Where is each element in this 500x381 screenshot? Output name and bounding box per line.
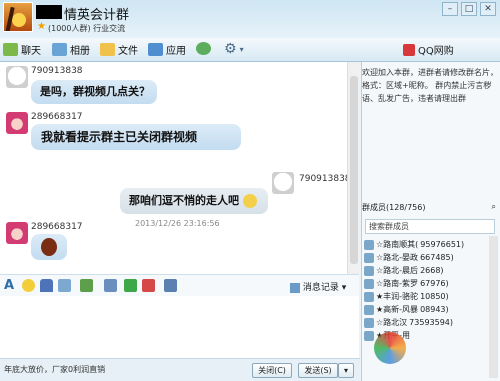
title-bar: 情英会计群 ★ (1000人群) 行业交流 – □ ✕ — [0, 0, 500, 38]
group-avatar[interactable] — [3, 2, 33, 32]
screenshot-icon[interactable] — [104, 279, 117, 292]
shake-icon[interactable] — [58, 279, 71, 292]
history-icon — [290, 282, 300, 293]
music-icon[interactable] — [124, 279, 137, 292]
more-icon[interactable] — [164, 279, 177, 292]
gift-icon[interactable] — [142, 279, 155, 292]
avatar[interactable] — [272, 172, 294, 194]
invite-button[interactable] — [196, 42, 211, 55]
avatar[interactable] — [6, 66, 28, 88]
minimize-icon[interactable]: – — [442, 2, 458, 16]
image-icon[interactable] — [80, 279, 93, 292]
apps-icon — [148, 43, 163, 56]
watermark-logo — [374, 330, 474, 376]
member-search-input[interactable]: 搜索群成员 — [365, 219, 495, 234]
folder-icon — [100, 43, 115, 56]
message-bubble: 是吗，群视频几点关？ — [31, 80, 157, 104]
tab-apps-label: 应用 — [166, 46, 186, 57]
emoji-icon[interactable] — [22, 279, 35, 292]
message-bubble: 我就看提示群主已关闭群视频 — [31, 124, 241, 150]
member-item[interactable]: ★丰润-骆驼 10850) — [364, 290, 488, 303]
star-icon: ★ — [37, 21, 46, 32]
member-item[interactable]: ☆路北-晨后 2668) — [364, 264, 488, 277]
tab-apps[interactable]: 应用 — [148, 42, 186, 57]
members-header: 群成员(128/756) ⌕ — [362, 202, 498, 216]
qq-shop-label: QQ网购 — [418, 46, 454, 57]
close-icon[interactable]: ✕ — [480, 2, 496, 16]
maximize-icon[interactable]: □ — [461, 2, 477, 16]
group-subtitle: (1000人群) 行业交流 — [48, 24, 126, 33]
message-sender: 289668317 — [31, 112, 83, 122]
chevron-down-icon: ▾ — [341, 283, 347, 293]
member-item[interactable]: ☆路南-紫罗 67976) — [364, 277, 488, 290]
smiley-icon — [242, 194, 257, 208]
add-member-icon — [196, 42, 211, 55]
history-button[interactable]: 消息记录 ▾ — [290, 280, 346, 293]
message-bubble — [31, 234, 67, 260]
message-sender: 790913838 — [31, 66, 83, 76]
group-notice: 欢迎加入本群，进群者请修改群名片，格式：区域+昵称。 群内禁止污言秽语、乱发广告… — [362, 68, 498, 103]
settings-button[interactable]: ⚙ ▾ — [224, 41, 244, 57]
message-sender: 790913838 — [299, 174, 351, 184]
tab-album[interactable]: 相册 — [52, 42, 90, 57]
tab-files[interactable]: 文件 — [100, 42, 138, 57]
group-name: 情英会计群 — [64, 8, 130, 23]
send-options-button[interactable]: ▾ — [338, 363, 354, 378]
chat-scrollbar[interactable] — [347, 62, 359, 274]
qq-shop-link[interactable]: QQ网购 — [403, 42, 454, 57]
avatar[interactable] — [6, 222, 28, 244]
tab-chat-label: 聊天 — [21, 46, 41, 57]
member-list-scrollbar[interactable] — [489, 236, 498, 378]
gear-icon: ⚙ — [224, 41, 237, 57]
tab-album-label: 相册 — [70, 46, 90, 57]
members-count: 群成员(128/756) — [362, 203, 426, 212]
member-item[interactable]: ☆路北-晏政 667485) — [364, 251, 488, 264]
member-item[interactable]: ★高新-风暴 08943) — [364, 303, 488, 316]
message-input[interactable] — [0, 296, 359, 358]
tab-files-label: 文件 — [118, 46, 138, 57]
shop-icon — [403, 43, 415, 56]
album-icon — [52, 43, 67, 56]
redacted-block — [36, 5, 62, 19]
font-icon[interactable]: A — [4, 278, 17, 293]
chat-history[interactable]: 790913838 是吗，群视频几点关？ 289668317 我就看提示群主已关… — [0, 62, 359, 274]
message-sender: 289668317 — [31, 222, 83, 232]
tab-chat[interactable]: 聊天 — [3, 42, 41, 57]
avatar[interactable] — [6, 112, 28, 134]
message-timestamp: 2013/12/26 23:16:56 — [135, 219, 220, 228]
ad-link[interactable]: 年底大放价，厂家0利润直销 — [4, 364, 105, 375]
chat-icon — [3, 43, 18, 56]
emoticon-icon — [41, 238, 57, 256]
chevron-down-icon: ▾ — [239, 44, 244, 54]
history-label: 消息记录 — [302, 283, 339, 293]
member-item[interactable]: ☆路北汉 73593594) — [364, 316, 488, 329]
message-text: 那咱们逗不悄的走人吧 — [129, 194, 239, 207]
close-button[interactable]: 关闭(C) — [252, 363, 292, 378]
send-button[interactable]: 发送(S) — [298, 363, 338, 378]
message-bubble: 那咱们逗不悄的走人吧 — [120, 188, 268, 214]
magic-icon[interactable] — [40, 279, 53, 292]
member-item[interactable]: ☆路南顺其(95976651) — [364, 238, 488, 251]
search-icon[interactable]: ⌕ — [492, 202, 496, 212]
